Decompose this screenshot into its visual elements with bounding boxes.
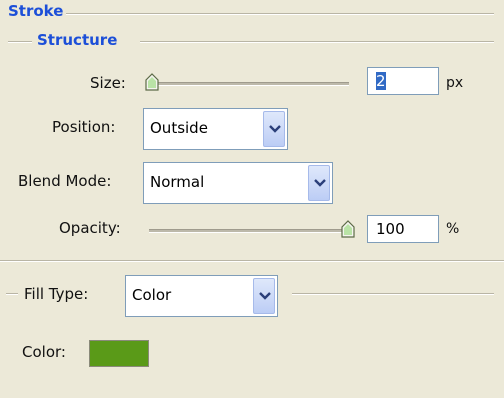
stroke-title: Stroke [8,2,64,20]
blend-mode-select-value: Normal [150,173,205,191]
fill-divider-left [6,293,18,295]
opacity-input[interactable]: 100 [367,215,439,243]
chevron-down-icon [259,292,271,300]
size-input[interactable]: 2 [367,67,439,95]
size-slider-thumb[interactable] [144,73,160,91]
blend-mode-label: Blend Mode: [18,172,112,190]
fill-type-select-value: Color [132,286,172,304]
opacity-slider-track[interactable] [149,229,349,233]
structure-divider-right [140,41,494,43]
position-select[interactable]: Outside [143,108,288,150]
structure-divider-left [8,41,32,43]
opacity-label: Opacity: [59,219,121,237]
fill-divider-right [292,293,494,295]
fill-type-select[interactable]: Color [125,275,278,317]
color-label: Color: [22,343,66,361]
color-swatch[interactable] [89,340,149,367]
fill-type-dropdown-button[interactable] [253,278,275,314]
position-label: Position: [52,118,116,136]
size-input-value: 2 [376,72,386,90]
position-select-value: Outside [150,119,208,137]
size-label: Size: [90,74,126,92]
opacity-unit: % [446,221,460,237]
slider-thumb-icon [341,220,355,238]
position-dropdown-button[interactable] [263,111,285,147]
size-unit: px [446,75,464,91]
fill-type-label: Fill Type: [24,285,89,303]
slider-thumb-icon [145,73,159,91]
blend-mode-dropdown-button[interactable] [308,165,330,201]
structure-title: Structure [37,31,118,49]
opacity-input-value: 100 [376,220,405,238]
chevron-down-icon [314,179,326,187]
section-divider [0,260,504,262]
chevron-down-icon [269,125,281,133]
opacity-slider-thumb[interactable] [340,220,356,238]
blend-mode-select[interactable]: Normal [143,162,333,204]
size-slider-track[interactable] [149,82,349,86]
stroke-divider [66,13,494,15]
